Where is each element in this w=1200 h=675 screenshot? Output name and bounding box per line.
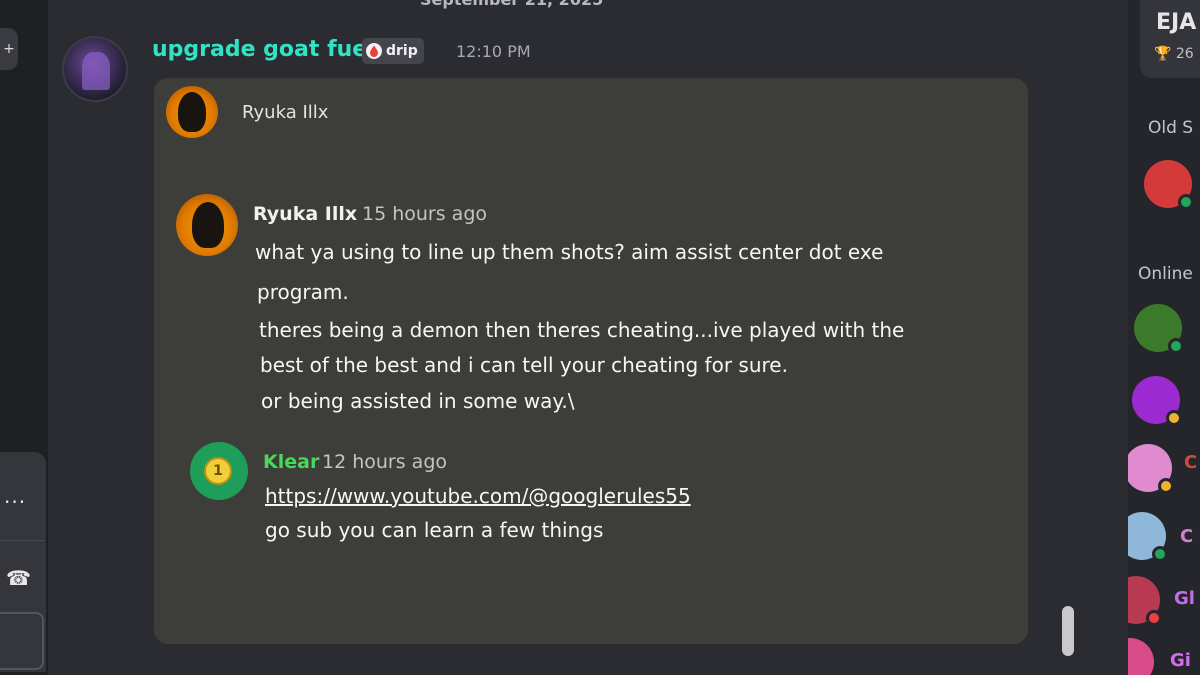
status-online-icon xyxy=(1152,546,1168,562)
section-header: Online xyxy=(1138,264,1193,284)
quoted-author-avatar[interactable] xyxy=(176,194,238,256)
author-avatar[interactable] xyxy=(62,36,128,102)
youtube-link[interactable]: https://www.youtube.com/@googlerules55 xyxy=(265,484,691,508)
member-name[interactable]: Gi xyxy=(1170,650,1191,671)
role-badge[interactable]: drip xyxy=(362,38,424,64)
member-avatar[interactable] xyxy=(1128,638,1154,675)
member-name[interactable]: C xyxy=(1184,452,1197,473)
quoted-text-line: or being assisted in some way.\ xyxy=(261,389,575,413)
quoted-timestamp: 15 hours ago xyxy=(362,203,488,225)
rail-button[interactable] xyxy=(0,612,44,670)
member-name[interactable]: C xyxy=(1180,526,1193,547)
profile-name: EJA xyxy=(1156,10,1197,35)
reply-text: go sub you can learn a few things xyxy=(265,518,604,542)
phone-icon[interactable]: ☎ xyxy=(6,566,31,590)
date-divider: September 21, 2025 xyxy=(420,0,603,9)
status-idle-icon xyxy=(1158,478,1174,494)
quoted-text-line: program. xyxy=(257,280,349,304)
role-label: drip xyxy=(386,43,418,59)
member-name[interactable]: Gl xyxy=(1174,588,1195,609)
drop-icon xyxy=(366,43,382,59)
quoted-text-line: theres being a demon then theres cheatin… xyxy=(259,318,905,342)
quoted-text-line: best of the best and i can tell your che… xyxy=(260,353,788,377)
status-dnd-icon xyxy=(1146,610,1162,626)
divider xyxy=(0,540,44,541)
message-author[interactable]: upgrade goat fuel xyxy=(152,37,375,62)
source-avatar[interactable] xyxy=(166,86,218,138)
server-rail: + ... ☎ xyxy=(0,0,48,675)
profile-trophy: 🏆 26 xyxy=(1154,46,1194,62)
more-options-icon[interactable]: ... xyxy=(4,484,26,508)
profile-card[interactable]: EJA 🏆 26 xyxy=(1140,0,1200,78)
status-online-icon xyxy=(1178,194,1194,210)
section-header: Old S xyxy=(1148,118,1194,138)
quoted-text-line: what ya using to line up them shots? aim… xyxy=(255,240,884,264)
avatar-badge: 1 xyxy=(204,457,232,485)
reply-timestamp: 12 hours ago xyxy=(322,451,448,473)
message-timestamp: 12:10 PM xyxy=(456,42,531,61)
add-button[interactable]: + xyxy=(0,28,18,70)
source-name[interactable]: Ryuka Illx xyxy=(242,102,328,123)
reply-author-name[interactable]: Klear xyxy=(263,451,319,473)
status-online-icon xyxy=(1168,338,1184,354)
quoted-author-name[interactable]: Ryuka Illx xyxy=(253,203,357,225)
status-idle-icon xyxy=(1166,410,1182,426)
scrollbar-thumb[interactable] xyxy=(1062,606,1074,656)
member-list: EJA 🏆 26 Old S Online C C Gl Gi xyxy=(1128,0,1200,675)
